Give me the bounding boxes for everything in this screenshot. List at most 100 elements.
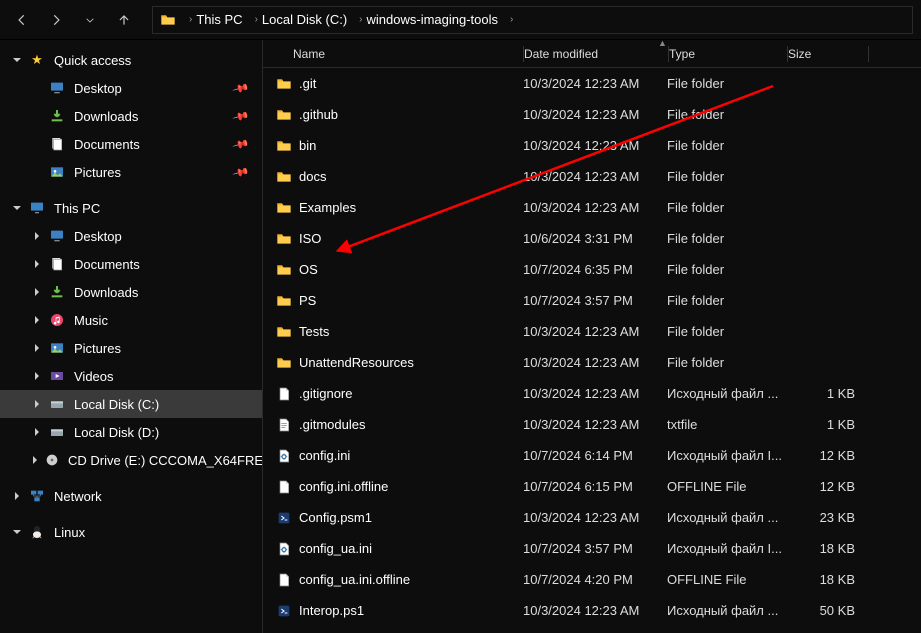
- file-date: 10/3/2024 12:23 AM: [523, 138, 667, 153]
- file-size: 1 KB: [785, 417, 855, 432]
- file-row[interactable]: bin10/3/2024 12:23 AMFile folder: [263, 130, 921, 161]
- ini-icon: [273, 448, 295, 464]
- file-date: 10/3/2024 12:23 AM: [523, 355, 667, 370]
- column-size-header[interactable]: Size: [788, 47, 868, 61]
- file-type: File folder: [667, 169, 785, 184]
- folder-icon: [273, 169, 295, 185]
- linux-icon: [28, 524, 46, 540]
- tree-this-pc[interactable]: This PC: [0, 194, 262, 222]
- forward-button[interactable]: [42, 6, 70, 34]
- chevron-down-icon: [10, 201, 24, 215]
- file-type: Исходный файл ...: [667, 510, 785, 525]
- tree-item-local-disk-c-[interactable]: Local Disk (C:): [0, 390, 262, 418]
- file-row[interactable]: Examples10/3/2024 12:23 AMFile folder: [263, 192, 921, 223]
- file-type: File folder: [667, 355, 785, 370]
- file-row[interactable]: config.ini10/7/2024 6:14 PMИсходный файл…: [263, 440, 921, 471]
- sort-indicator-icon: ▲: [658, 38, 667, 48]
- file-type: OFFLINE File: [667, 479, 785, 494]
- file-row[interactable]: Tests10/3/2024 12:23 AMFile folder: [263, 316, 921, 347]
- file-name: config.ini: [295, 448, 523, 463]
- tree-quick-access[interactable]: ★ Quick access: [0, 46, 262, 74]
- tree-item-quick-desktop[interactable]: Desktop📌: [0, 74, 262, 102]
- tree-item-music[interactable]: Music: [0, 306, 262, 334]
- videos-icon: [48, 368, 66, 384]
- tree-label: Documents: [74, 257, 140, 272]
- breadcrumb-segment[interactable]: ›windows-imaging-tools: [353, 12, 502, 27]
- file-name: .github: [295, 107, 523, 122]
- file-name: bin: [295, 138, 523, 153]
- breadcrumb-label: This PC: [196, 12, 242, 27]
- back-button[interactable]: [8, 6, 36, 34]
- file-row[interactable]: .gitmodules10/3/2024 12:23 AMtxtfile1 KB: [263, 409, 921, 440]
- tree-item-quick-downloads[interactable]: Downloads 📌: [0, 102, 262, 130]
- file-date: 10/3/2024 12:23 AM: [523, 386, 667, 401]
- tree-item-pictures[interactable]: Pictures: [0, 334, 262, 362]
- folder-icon: [273, 200, 295, 216]
- file-row[interactable]: .github10/3/2024 12:23 AMFile folder: [263, 99, 921, 130]
- folder-icon: [273, 293, 295, 309]
- tree-item-local-disk-d-[interactable]: Local Disk (D:): [0, 418, 262, 446]
- file-date: 10/3/2024 12:23 AM: [523, 107, 667, 122]
- desktop-icon: [48, 228, 66, 244]
- file-size: 1 KB: [785, 386, 855, 401]
- up-button[interactable]: [110, 6, 138, 34]
- file-row[interactable]: config_ua.ini.offline10/7/2024 4:20 PMOF…: [263, 564, 921, 595]
- chevron-down-icon: [10, 53, 24, 67]
- tree-item-videos[interactable]: Videos: [0, 362, 262, 390]
- column-name-header[interactable]: Name: [263, 47, 523, 61]
- file-name: UnattendResources: [295, 355, 523, 370]
- file-icon: [273, 479, 295, 495]
- tree-label: Desktop: [74, 229, 122, 244]
- file-icon: [273, 386, 295, 402]
- file-row[interactable]: config.ini.offline10/7/2024 6:15 PMOFFLI…: [263, 471, 921, 502]
- address-bar[interactable]: ›This PC ›Local Disk (C:) ›windows-imagi…: [152, 6, 913, 34]
- file-name: .git: [295, 76, 523, 91]
- tree-item-quick-pictures[interactable]: Pictures📌: [0, 158, 262, 186]
- navigation-tree[interactable]: ★ Quick access Desktop📌Downloads📌Documen…: [0, 40, 263, 633]
- file-date: 10/7/2024 6:15 PM: [523, 479, 667, 494]
- file-type: File folder: [667, 76, 785, 91]
- music-icon: [48, 312, 66, 328]
- tree-label: Desktop: [74, 81, 122, 96]
- downloads-icon: [48, 108, 66, 124]
- tree-item-documents[interactable]: Documents: [0, 250, 262, 278]
- file-row[interactable]: config_ua.ini10/7/2024 3:57 PMИсходный ф…: [263, 533, 921, 564]
- file-row[interactable]: Config.psm110/3/2024 12:23 AMИсходный фа…: [263, 502, 921, 533]
- recent-locations-button[interactable]: [76, 6, 104, 34]
- file-name: Examples: [295, 200, 523, 215]
- downloads-icon: [48, 284, 66, 300]
- chevron-right-icon: ›: [187, 14, 194, 25]
- tree-item-quick-documents[interactable]: Documents📌: [0, 130, 262, 158]
- pictures-icon: [48, 164, 66, 180]
- file-row[interactable]: docs10/3/2024 12:23 AMFile folder: [263, 161, 921, 192]
- tree-linux[interactable]: Linux: [0, 518, 262, 546]
- breadcrumb-segment[interactable]: ›Local Disk (C:): [249, 12, 352, 27]
- column-date-header[interactable]: Date modified: [524, 47, 668, 61]
- tree-label: CD Drive (E:) CCCOMA_X64FRE_EN-G: [68, 453, 263, 468]
- column-headers: Name ▲ Date modified Type Size: [263, 40, 921, 68]
- file-row[interactable]: OS10/7/2024 6:35 PMFile folder: [263, 254, 921, 285]
- tree-label: Downloads: [74, 109, 138, 124]
- file-row[interactable]: Interop.ps110/3/2024 12:23 AMИсходный фа…: [263, 595, 921, 626]
- breadcrumb-tail[interactable]: ›: [504, 14, 519, 25]
- file-date: 10/3/2024 12:23 AM: [523, 510, 667, 525]
- file-row[interactable]: ISO10/6/2024 3:31 PMFile folder: [263, 223, 921, 254]
- tree-item-desktop[interactable]: Desktop: [0, 222, 262, 250]
- file-size: 12 KB: [785, 479, 855, 494]
- file-row[interactable]: .gitignore10/3/2024 12:23 AMИсходный фай…: [263, 378, 921, 409]
- pin-icon: 📌: [232, 107, 250, 125]
- pin-icon: 📌: [232, 135, 250, 153]
- column-type-header[interactable]: Type: [669, 47, 787, 61]
- tree-item-downloads[interactable]: Downloads: [0, 278, 262, 306]
- cd-icon: [44, 452, 60, 468]
- tree-item-cd-drive-e-cccoma-x64fre-en-g[interactable]: CD Drive (E:) CCCOMA_X64FRE_EN-G: [0, 446, 262, 474]
- folder-icon: [273, 231, 295, 247]
- file-row[interactable]: UnattendResources10/3/2024 12:23 AMFile …: [263, 347, 921, 378]
- breadcrumb-segment[interactable]: ›This PC: [183, 12, 247, 27]
- file-size: 50 KB: [785, 603, 855, 618]
- tree-network[interactable]: Network: [0, 482, 262, 510]
- tree-label: Music: [74, 313, 108, 328]
- file-row[interactable]: PS10/7/2024 3:57 PMFile folder: [263, 285, 921, 316]
- folder-icon: [273, 76, 295, 92]
- file-row[interactable]: .git10/3/2024 12:23 AMFile folder: [263, 68, 921, 99]
